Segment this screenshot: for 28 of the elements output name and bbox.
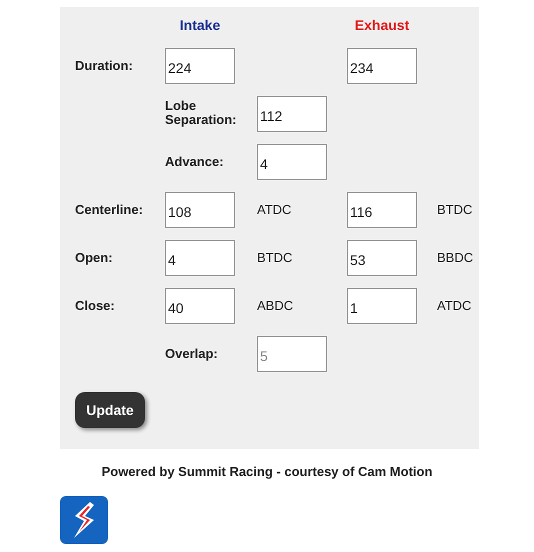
value-field[interactable]: 112 <box>257 96 327 132</box>
value-field[interactable]: 116 <box>347 192 417 228</box>
unit-label: ABDC <box>257 298 294 314</box>
value-field[interactable]: 224 <box>165 48 235 84</box>
value-field[interactable]: 4 <box>165 240 235 276</box>
value-field[interactable]: 234 <box>347 48 417 84</box>
unit-label: BTDC <box>257 250 292 266</box>
unit-label: ATDC <box>437 298 472 314</box>
value-field[interactable]: 108 <box>165 192 235 228</box>
credit-text: Powered by Summit Racing - courtesy of Cam Motion <box>102 464 432 479</box>
value-field[interactable]: 4 <box>257 144 327 180</box>
unit-label: ATDC <box>257 202 292 218</box>
field-label: Centerline: <box>75 202 143 218</box>
unit-label: BTDC <box>437 202 472 218</box>
column-heading: Exhaust <box>354 16 410 35</box>
field-label: Overlap: <box>165 347 218 362</box>
value-field[interactable]: 53 <box>347 240 417 276</box>
field-label: Close: <box>75 298 115 314</box>
value-field[interactable]: 1 <box>347 288 417 324</box>
field-label: Duration: <box>75 58 133 74</box>
update-button[interactable]: Update <box>75 392 145 428</box>
field-label: Advance: <box>165 155 224 170</box>
unit-label: BBDC <box>437 250 474 266</box>
field-label: Lobe Separation: <box>165 98 238 128</box>
column-heading: Intake <box>178 16 222 35</box>
value-field[interactable]: 40 <box>165 288 235 324</box>
bolt-logo-icon <box>60 496 108 544</box>
field-label: Open: <box>75 250 113 266</box>
